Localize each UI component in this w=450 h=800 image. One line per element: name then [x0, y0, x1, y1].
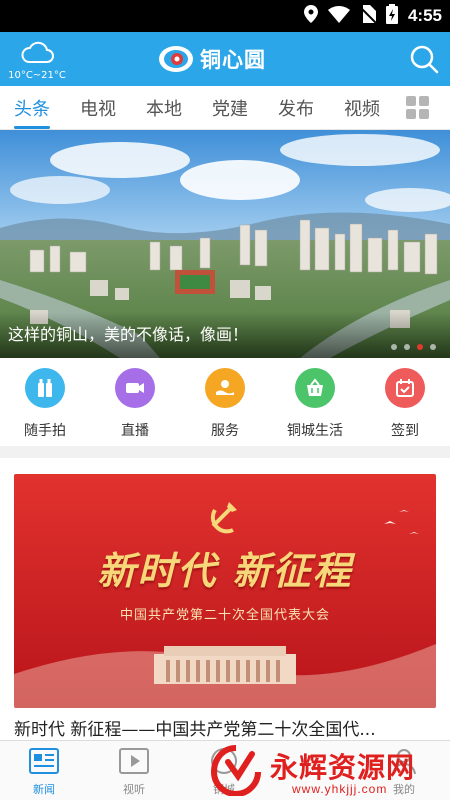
carousel-dot — [391, 344, 397, 350]
tab-tv[interactable]: 电视 — [80, 95, 116, 121]
banner-carousel[interactable]: 这样的铜山，美的不像话，像画！ — [0, 130, 450, 358]
nav-news[interactable]: 新闻 — [14, 747, 74, 797]
quick-actions: 随手拍 直播 服务 铜城生活 签到 — [0, 358, 450, 446]
grid-icon — [406, 96, 416, 106]
cloud-icon — [21, 41, 54, 63]
app-header: 10°C~21°C 铜心圆 — [0, 32, 450, 86]
watermark-logo-icon — [210, 745, 261, 796]
active-tab-indicator — [14, 126, 50, 129]
party-emblem-icon — [210, 502, 237, 534]
nav-media[interactable]: 视听 — [104, 747, 164, 797]
news-icon — [29, 748, 59, 774]
app-name: 铜心圆 — [200, 48, 266, 72]
quick-action-label: 随手拍 — [24, 423, 66, 439]
play-icon — [119, 748, 149, 774]
wifi-icon — [327, 5, 350, 27]
news-card-title[interactable]: 新时代 新征程——中国共产党第二十次全国代... — [14, 715, 436, 740]
service-hand-icon — [216, 380, 234, 395]
weather-temp: 10°C~21°C — [8, 70, 66, 81]
nav-label: 新闻 — [33, 783, 55, 796]
quick-action-snapshot[interactable]: 随手拍 — [5, 368, 85, 440]
carousel-dot — [430, 344, 436, 350]
eye-logo-icon — [159, 46, 193, 72]
quick-action-checkin[interactable]: 签到 — [365, 368, 445, 440]
image-subtitle: 中国共产党第二十次全国代表大会 — [119, 608, 330, 623]
search-icon — [410, 45, 439, 74]
shopping-basket-icon — [307, 378, 323, 396]
quick-action-label: 签到 — [391, 423, 419, 439]
banner-caption-bar: 这样的铜山，美的不像话，像画！ — [0, 312, 450, 358]
tab-party[interactable]: 党建 — [212, 95, 248, 121]
weather-widget[interactable]: 10°C~21°C — [6, 38, 68, 82]
tab-local[interactable]: 本地 — [146, 95, 182, 121]
quick-action-live[interactable]: 直播 — [95, 368, 175, 440]
status-time: 4:55 — [407, 6, 442, 25]
watermark-url: www.yhkjjj.com — [292, 782, 388, 796]
watermark-text: 永辉资源网 — [270, 751, 416, 784]
no-sim-icon — [359, 5, 377, 27]
quick-action-label: 服务 — [211, 423, 239, 439]
bottles-icon — [38, 379, 52, 397]
carousel-dot — [404, 344, 410, 350]
section-divider — [0, 446, 450, 458]
news-card-image: 新时代 新征程 中国共产党第二十次全国代表大会 — [14, 474, 436, 708]
checkin-calendar-icon — [396, 379, 414, 397]
tab-video[interactable]: 视频 — [344, 95, 380, 121]
nav-label: 视听 — [123, 783, 145, 796]
channel-tabs: 头条 电视 本地 党建 发布 视频 — [0, 86, 450, 130]
video-camera-icon — [126, 383, 144, 393]
search-button[interactable] — [408, 43, 440, 75]
app-logo: 铜心圆 — [158, 42, 266, 76]
location-icon — [303, 5, 318, 27]
carousel-dot-active — [417, 344, 423, 350]
banner-caption: 这样的铜山，美的不像话，像画！ — [8, 325, 249, 344]
site-watermark: 永辉资源网 www.yhkjjj.com — [200, 742, 450, 800]
battery-charging-icon — [385, 4, 398, 28]
quick-action-label: 直播 — [121, 423, 149, 439]
quick-action-service[interactable]: 服务 — [185, 368, 265, 440]
status-bar: 4:55 — [0, 0, 450, 32]
quick-action-city-life[interactable]: 铜城生活 — [275, 368, 355, 440]
image-headline: 新时代 新征程 — [97, 548, 353, 593]
news-card[interactable]: 新时代 新征程 中国共产党第二十次全国代表大会 新时代 新征程——中国共产党第二… — [0, 458, 450, 740]
tab-release[interactable]: 发布 — [278, 95, 314, 121]
tab-headlines[interactable]: 头条 — [14, 95, 50, 121]
carousel-indicator — [391, 344, 436, 350]
quick-action-label: 铜城生活 — [287, 423, 343, 439]
channel-grid-button[interactable] — [406, 96, 430, 120]
